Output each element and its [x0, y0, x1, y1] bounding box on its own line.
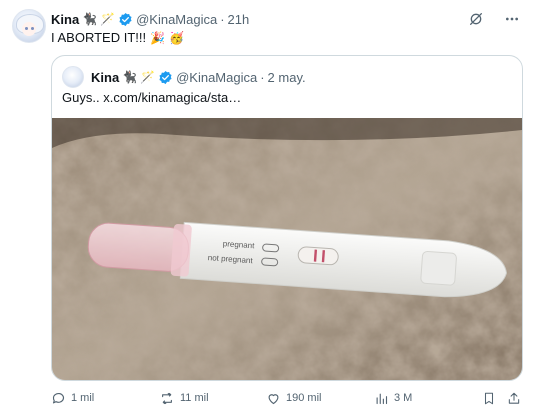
like-button[interactable]: 190 mil	[266, 388, 321, 408]
grok-icon[interactable]	[467, 10, 485, 28]
quoted-photo[interactable]: pregnant not pregnant	[52, 118, 522, 380]
brand-logo	[420, 250, 457, 286]
bookmark-icon	[484, 392, 494, 404]
tweet-actions: 1 mil 11 mil 190 mil 3 M	[51, 388, 523, 408]
quoted-author-emoji: 🪄	[140, 70, 156, 84]
partying-face-emoji: 🥳	[169, 30, 185, 45]
result-window	[297, 246, 339, 266]
reply-icon	[52, 392, 65, 403]
tweet-header: Kina 🐈‍⬛ 🪄 @KinaMagica · 21h	[51, 10, 249, 28]
quoted-author-emoji: 🐈‍⬛	[122, 70, 138, 84]
quoted-separator: ·	[260, 69, 265, 85]
repost-icon	[162, 392, 172, 404]
views-count: 3 M	[394, 392, 413, 404]
quoted-text: Guys.. x.com/kinamagica/sta…	[62, 90, 241, 105]
quoted-avatar[interactable]	[62, 66, 84, 88]
avatar-eye	[25, 27, 28, 30]
tweet-time[interactable]: 21h	[228, 12, 250, 27]
reply-count: 1 mil	[71, 392, 95, 404]
avatar-eye	[31, 27, 34, 30]
test-cap-ring	[170, 223, 192, 277]
tweet-text-content: I ABORTED IT!!!	[51, 30, 147, 45]
quoted-text-content: Guys..	[62, 90, 100, 105]
views-button[interactable]: 3 M	[374, 388, 412, 408]
share-button[interactable]	[507, 388, 521, 408]
bookmark-button[interactable]	[482, 388, 496, 408]
verified-icon[interactable]	[118, 12, 133, 27]
quoted-author-name[interactable]: Kina	[91, 70, 119, 85]
quoted-tweet[interactable]: Kina 🐈‍⬛ 🪄 @KinaMagica · 2 may. Guys.. x…	[51, 55, 523, 381]
like-count: 190 mil	[286, 392, 322, 404]
author-emoji: 🪄	[100, 12, 116, 26]
quoted-link[interactable]: x.com/kinamagica/sta…	[103, 90, 241, 105]
quoted-date[interactable]: 2 may.	[268, 70, 306, 85]
author-avatar[interactable]	[12, 9, 46, 43]
party-popper-emoji: 🎉	[150, 30, 166, 45]
repost-count: 11 mil	[180, 392, 209, 404]
tweet-top-actions	[467, 10, 521, 28]
quoted-handle[interactable]: @KinaMagica	[176, 70, 257, 85]
repost-button[interactable]: 11 mil	[159, 388, 209, 408]
author-handle[interactable]: @KinaMagica	[136, 12, 217, 27]
more-icon[interactable]	[503, 10, 521, 28]
quoted-header: Kina 🐈‍⬛ 🪄 @KinaMagica · 2 may.	[62, 66, 306, 88]
like-icon	[268, 393, 279, 404]
header-separator: ·	[220, 11, 225, 27]
tweet-text: I ABORTED IT!!! 🎉 🥳	[51, 30, 184, 45]
share-icon	[508, 392, 520, 404]
author-emoji: 🐈‍⬛	[82, 12, 98, 26]
reply-button[interactable]: 1 mil	[51, 388, 94, 408]
views-icon	[376, 393, 388, 404]
verified-icon[interactable]	[158, 70, 173, 85]
author-name[interactable]: Kina	[51, 12, 79, 27]
